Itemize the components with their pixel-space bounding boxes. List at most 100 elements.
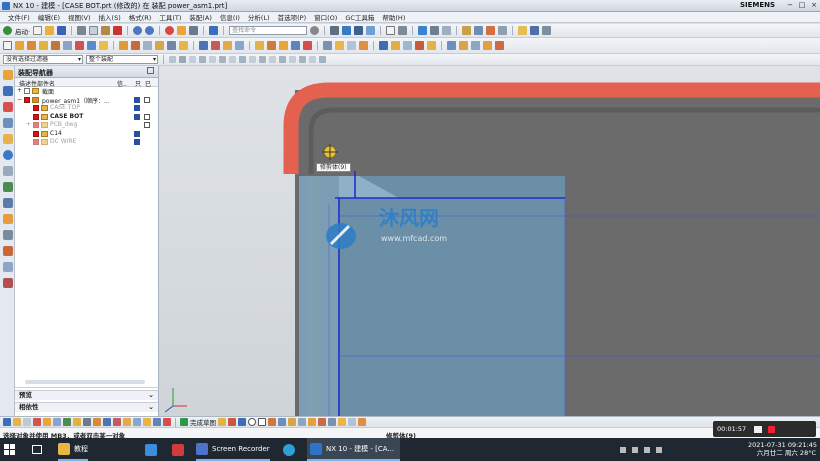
offset-curve-icon[interactable] — [483, 41, 492, 50]
quadrant-point-icon[interactable] — [259, 56, 266, 63]
constraint-navigator-tab-icon[interactable] — [3, 86, 13, 96]
bridge-curve-icon[interactable] — [495, 41, 504, 50]
trim-icon[interactable] — [278, 418, 286, 426]
snap-point-icon[interactable] — [199, 56, 206, 63]
cut-icon[interactable] — [77, 26, 87, 35]
training-tab-icon[interactable] — [3, 278, 13, 288]
end-point-icon[interactable] — [209, 56, 216, 63]
taskbar-app-nx[interactable]: NX 10 - 建模 - [CA... — [307, 438, 401, 461]
selection-scope-select[interactable]: 整个装配 — [86, 55, 158, 64]
groove-icon[interactable] — [291, 41, 300, 50]
undo-icon[interactable] — [133, 26, 143, 35]
through-curves-icon[interactable] — [403, 41, 412, 50]
menu-analysis[interactable]: 分析(L) — [244, 12, 274, 22]
color-icon[interactable] — [133, 418, 141, 426]
chamfer-icon[interactable] — [131, 41, 140, 50]
network-icon[interactable] — [644, 446, 650, 453]
mirror-curve-icon[interactable] — [308, 418, 316, 426]
menu-file[interactable]: 文件(F) — [4, 12, 34, 22]
show-constraints-icon[interactable] — [348, 418, 356, 426]
orient-view-icon[interactable] — [342, 26, 352, 35]
stop-icon[interactable] — [768, 425, 776, 433]
profile-icon[interactable] — [218, 418, 226, 426]
assembly-navigator-tab-icon[interactable] — [3, 70, 13, 80]
tree-row-pcb-dwg[interactable]: + PCB_dwg — [15, 121, 158, 130]
menu-preferences[interactable]: 首选项(P) — [274, 12, 311, 22]
fit-icon[interactable] — [354, 26, 364, 35]
auto-constrain-icon[interactable] — [358, 418, 366, 426]
offset-face-icon[interactable] — [223, 41, 232, 50]
expand-icon[interactable]: + — [26, 121, 31, 128]
analysis-icon[interactable] — [498, 26, 508, 35]
new-file-icon[interactable] — [33, 26, 43, 35]
layout-icon[interactable] — [330, 26, 340, 35]
redo-icon[interactable] — [145, 26, 155, 35]
boss-icon[interactable] — [51, 41, 60, 50]
menu-insert[interactable]: 插入(S) — [95, 12, 125, 22]
render-style-icon[interactable] — [386, 26, 396, 35]
move-icon[interactable] — [83, 418, 91, 426]
emboss-icon[interactable] — [303, 41, 312, 50]
move-face-icon[interactable] — [335, 41, 344, 50]
bounded-grid-icon[interactable] — [299, 56, 306, 63]
point-on-face-icon[interactable] — [289, 56, 296, 63]
menu-icon[interactable] — [3, 418, 11, 426]
surface-icon[interactable] — [379, 41, 388, 50]
unite-icon[interactable] — [75, 41, 84, 50]
mid-point-icon[interactable] — [219, 56, 226, 63]
subtract-icon[interactable] — [87, 41, 96, 50]
menu-edit[interactable]: 编辑(E) — [34, 12, 64, 22]
pattern-icon[interactable] — [199, 41, 208, 50]
delete-face-icon[interactable] — [359, 41, 368, 50]
palette-tab-icon[interactable] — [3, 262, 13, 272]
tube-icon[interactable] — [267, 41, 276, 50]
filter-icon[interactable] — [189, 56, 196, 63]
ruled-icon[interactable] — [391, 41, 400, 50]
window-icon[interactable] — [189, 26, 199, 35]
extrude-icon[interactable] — [15, 41, 24, 50]
pole-icon[interactable] — [309, 56, 316, 63]
offset-icon[interactable] — [298, 418, 306, 426]
tree-row-case-bot[interactable]: CASE BOT — [15, 113, 158, 122]
tray-icon[interactable] — [632, 446, 638, 453]
menu-help[interactable]: 帮助(H) — [378, 12, 409, 22]
finish-sketch-icon[interactable] — [180, 418, 188, 426]
visibility-checkbox[interactable] — [33, 113, 39, 120]
trim-body-icon[interactable] — [167, 41, 176, 50]
edge-style-icon[interactable] — [398, 26, 408, 35]
menu-window[interactable]: 窗口(O) — [310, 12, 341, 22]
close-button[interactable]: × — [809, 1, 819, 10]
geometric-constraint-icon[interactable] — [338, 418, 346, 426]
measure-icon[interactable] — [486, 26, 496, 35]
arc-icon[interactable] — [238, 418, 246, 426]
circle-icon[interactable] — [248, 418, 256, 426]
menu-view[interactable]: 视图(V) — [64, 12, 95, 22]
project-curve-icon[interactable] — [459, 41, 468, 50]
snap-icon[interactable] — [13, 418, 21, 426]
part-navigator-tab-icon[interactable] — [3, 102, 13, 112]
tray-icon[interactable] — [620, 446, 626, 453]
panel-restore-icon[interactable] — [147, 67, 154, 74]
move-component-icon[interactable] — [518, 26, 528, 35]
search-icon[interactable] — [310, 26, 320, 35]
edge-blend-icon[interactable] — [119, 41, 128, 50]
draft-icon[interactable] — [155, 41, 164, 50]
tree-row-dc-wire[interactable]: DC WIRE — [15, 138, 158, 147]
rapid-dimension-icon[interactable] — [328, 418, 336, 426]
arc-center-icon[interactable] — [249, 56, 256, 63]
tree-row-c14[interactable]: C14 — [15, 130, 158, 139]
dependency-section[interactable]: 相依性 ⌄ — [15, 402, 158, 412]
save-icon[interactable] — [57, 26, 67, 35]
menu-assembly[interactable]: 装配(A) — [185, 12, 216, 22]
menu-tools[interactable]: 工具(T) — [155, 12, 185, 22]
start-menu-button[interactable] — [4, 438, 15, 461]
system-scenes-tab-icon[interactable] — [3, 246, 13, 256]
thicken-icon[interactable] — [235, 41, 244, 50]
tree-row-power-asm1[interactable]: − power_asm1（顺序：... — [15, 96, 158, 105]
finish-sketch-button[interactable]: 完成草图 — [190, 417, 216, 427]
shaded-icon[interactable] — [418, 26, 428, 35]
intersection-point-icon[interactable] — [239, 56, 246, 63]
revolve-icon[interactable] — [27, 41, 36, 50]
open-folder-icon[interactable] — [45, 26, 55, 35]
touch-mode-icon[interactable] — [177, 26, 187, 35]
